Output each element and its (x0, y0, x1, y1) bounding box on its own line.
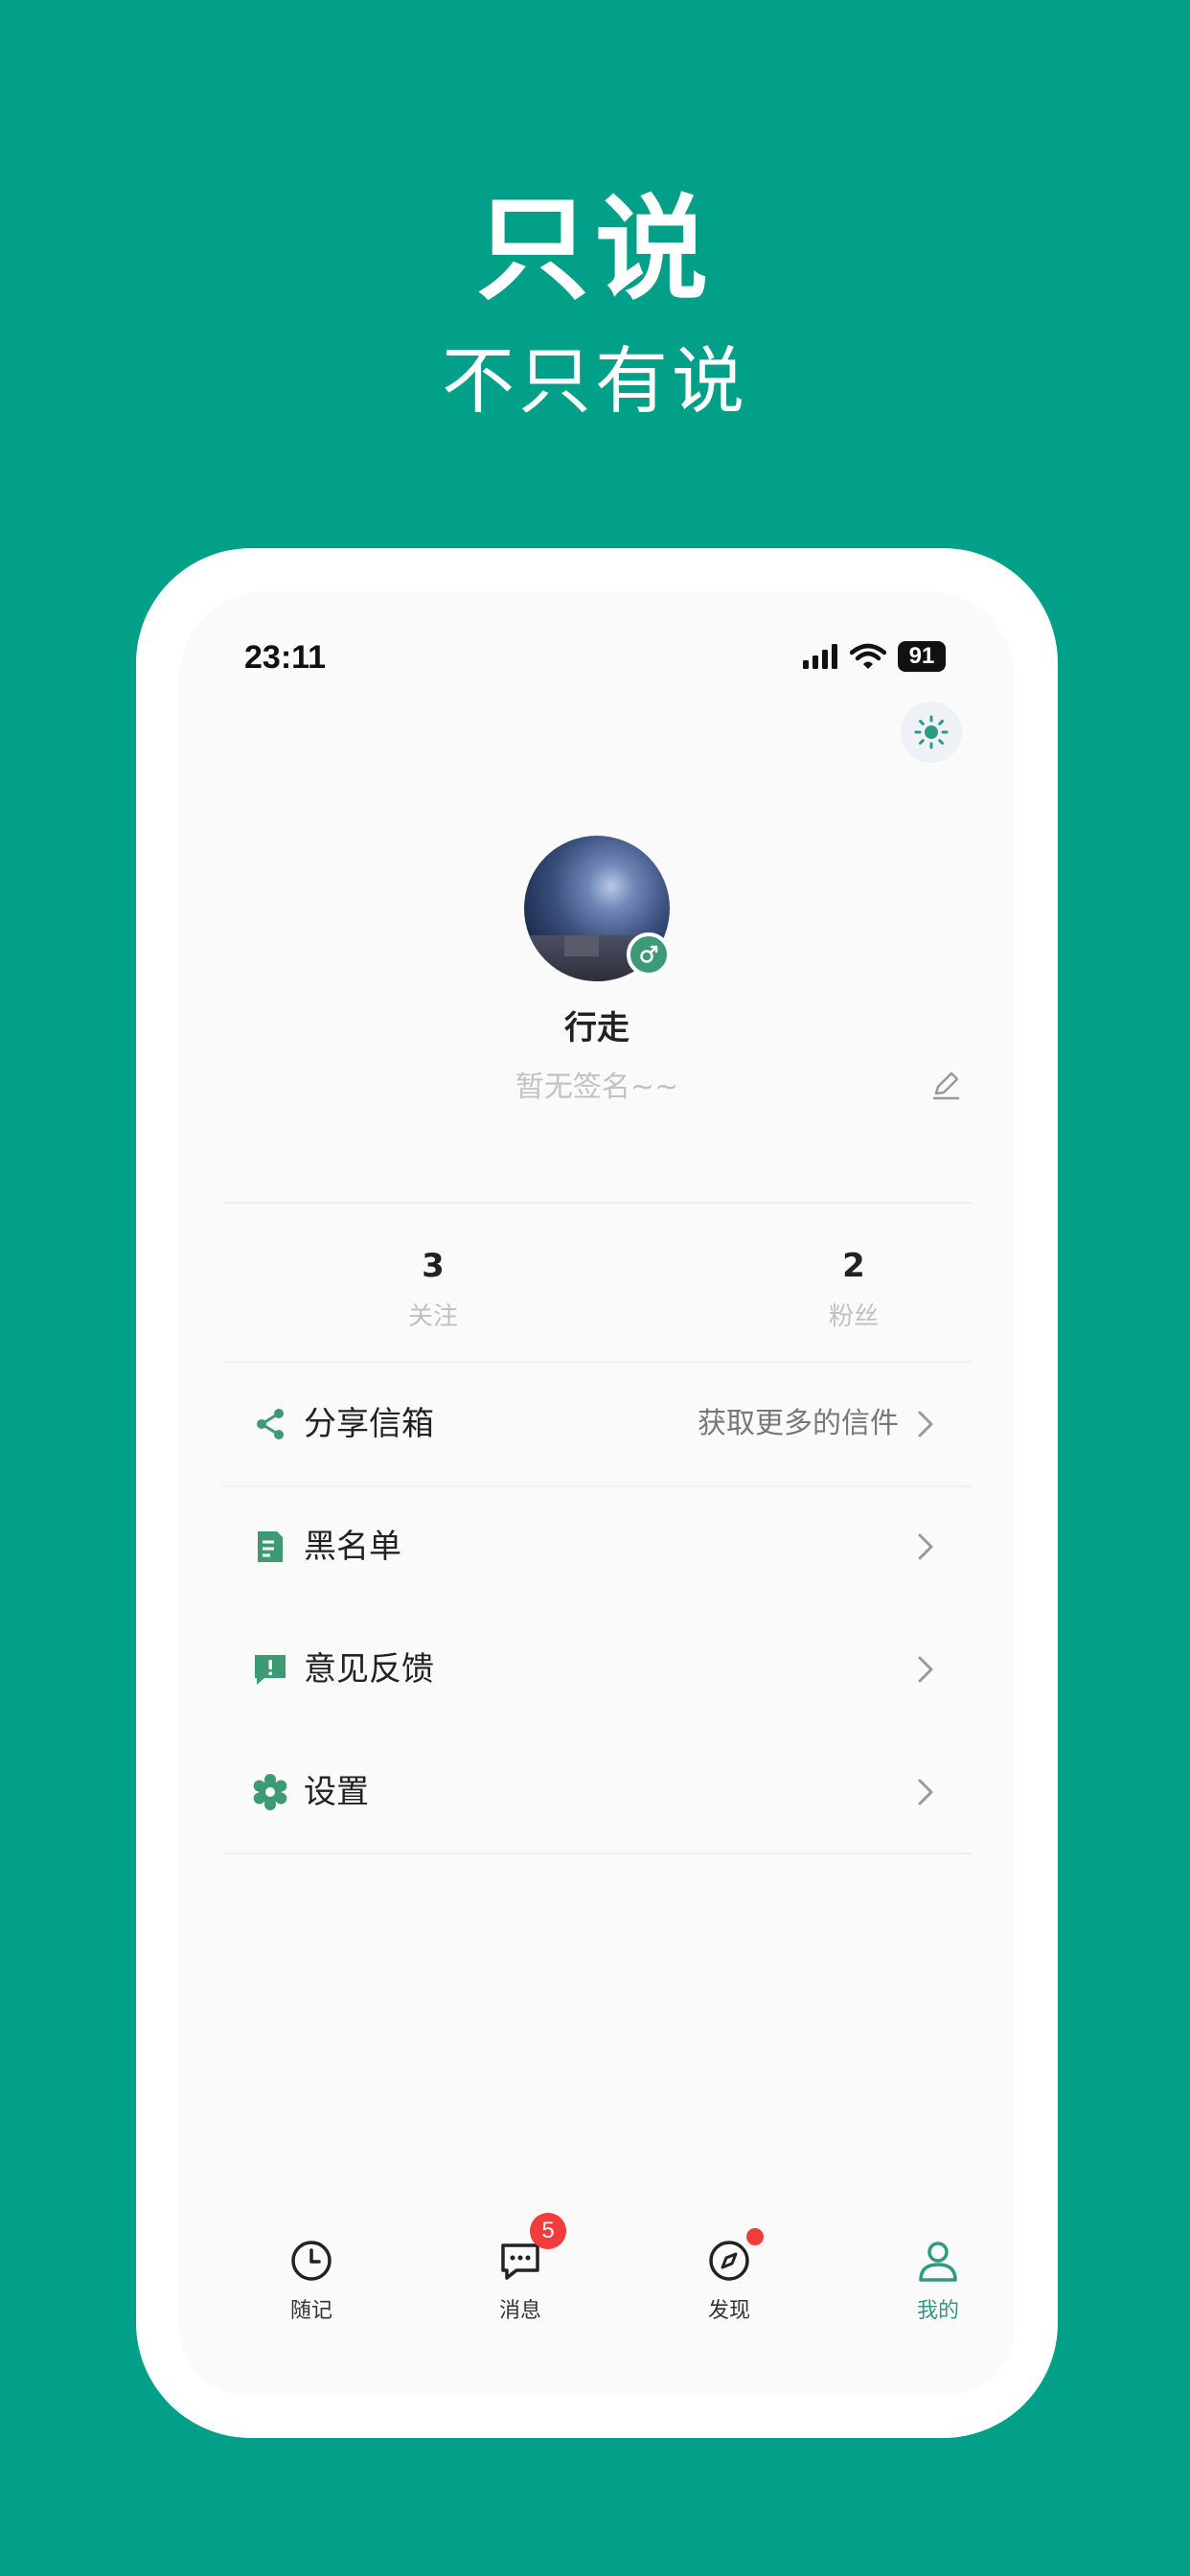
hero-title: 只说 (475, 183, 714, 315)
theme-toggle-button[interactable] (901, 702, 962, 763)
chevron-right-icon (918, 1411, 933, 1438)
battery-indicator: 91 (898, 641, 946, 672)
document-list-icon (258, 1531, 283, 1562)
divider (222, 1202, 972, 1204)
male-gender-icon (627, 932, 671, 977)
feedback-icon (255, 1655, 286, 1685)
stat-followers-label: 粉丝 (828, 1302, 879, 1331)
chevron-right-icon (918, 1533, 933, 1560)
screen: 23:11 91 行走 暂无签名~~ 3 关注 2 粉丝 分享信箱 获取更多的信… (179, 591, 1015, 2395)
compass-icon (709, 2241, 749, 2281)
menu-blacklist-label: 黑名单 (304, 1528, 401, 1566)
menu-feedback[interactable]: 意见反馈 (222, 1608, 972, 1731)
share-icon (257, 1409, 284, 1439)
sun-icon (914, 715, 949, 749)
wifi-icon (850, 643, 886, 669)
stat-following[interactable]: 3 关注 (337, 1245, 529, 1332)
username: 行走 (564, 1009, 629, 1047)
menu-share-mailbox[interactable]: 分享信箱 获取更多的信件 (222, 1363, 972, 1485)
stat-following-value: 3 (422, 1247, 445, 1285)
avatar-house (564, 935, 599, 956)
gear-icon (253, 1774, 287, 1810)
tab-discover-label: 发现 (707, 2299, 750, 2323)
signal-icon (803, 644, 837, 669)
tab-mine[interactable]: 我的 (842, 2201, 1015, 2335)
menu-blacklist[interactable]: 黑名单 (222, 1485, 972, 1608)
edit-profile-button[interactable] (927, 1066, 965, 1104)
menu-share-hint: 获取更多的信件 (698, 1407, 899, 1440)
status-time: 23:11 (244, 639, 327, 676)
signature: 暂无签名~~ (515, 1070, 679, 1104)
phone-frame: 23:11 91 行走 暂无签名~~ 3 关注 2 粉丝 分享信箱 获取更多的信… (136, 548, 1058, 2438)
user-icon (919, 2242, 957, 2282)
tab-messages[interactable]: 5 消息 (424, 2201, 616, 2335)
tab-notes-label: 随记 (289, 2299, 332, 2323)
tab-discover[interactable]: 发现 (633, 2201, 825, 2335)
tab-notes[interactable]: 随记 (216, 2201, 407, 2335)
tab-mine-label: 我的 (916, 2299, 959, 2323)
menu-share-label: 分享信箱 (304, 1405, 434, 1443)
tab-bar: 随记 5 消息 发现 我的 (179, 2201, 1015, 2335)
chevron-right-icon (918, 1779, 933, 1806)
chevron-right-icon (918, 1656, 933, 1683)
discover-notification-dot (746, 2228, 764, 2245)
hero-subtitle: 不只有说 (442, 338, 748, 424)
stat-following-label: 关注 (407, 1302, 458, 1331)
pencil-icon (932, 1071, 960, 1100)
status-indicators: 91 (802, 641, 946, 672)
stat-followers[interactable]: 2 粉丝 (758, 1245, 950, 1332)
clock-icon (291, 2241, 332, 2281)
tab-messages-label: 消息 (498, 2299, 541, 2323)
message-count-badge: 5 (530, 2213, 566, 2249)
divider (222, 1852, 972, 1854)
menu-feedback-label: 意见反馈 (304, 1650, 434, 1689)
menu-settings[interactable]: 设置 (222, 1731, 972, 1853)
menu-settings-label: 设置 (304, 1773, 369, 1811)
stat-followers-value: 2 (842, 1247, 865, 1285)
